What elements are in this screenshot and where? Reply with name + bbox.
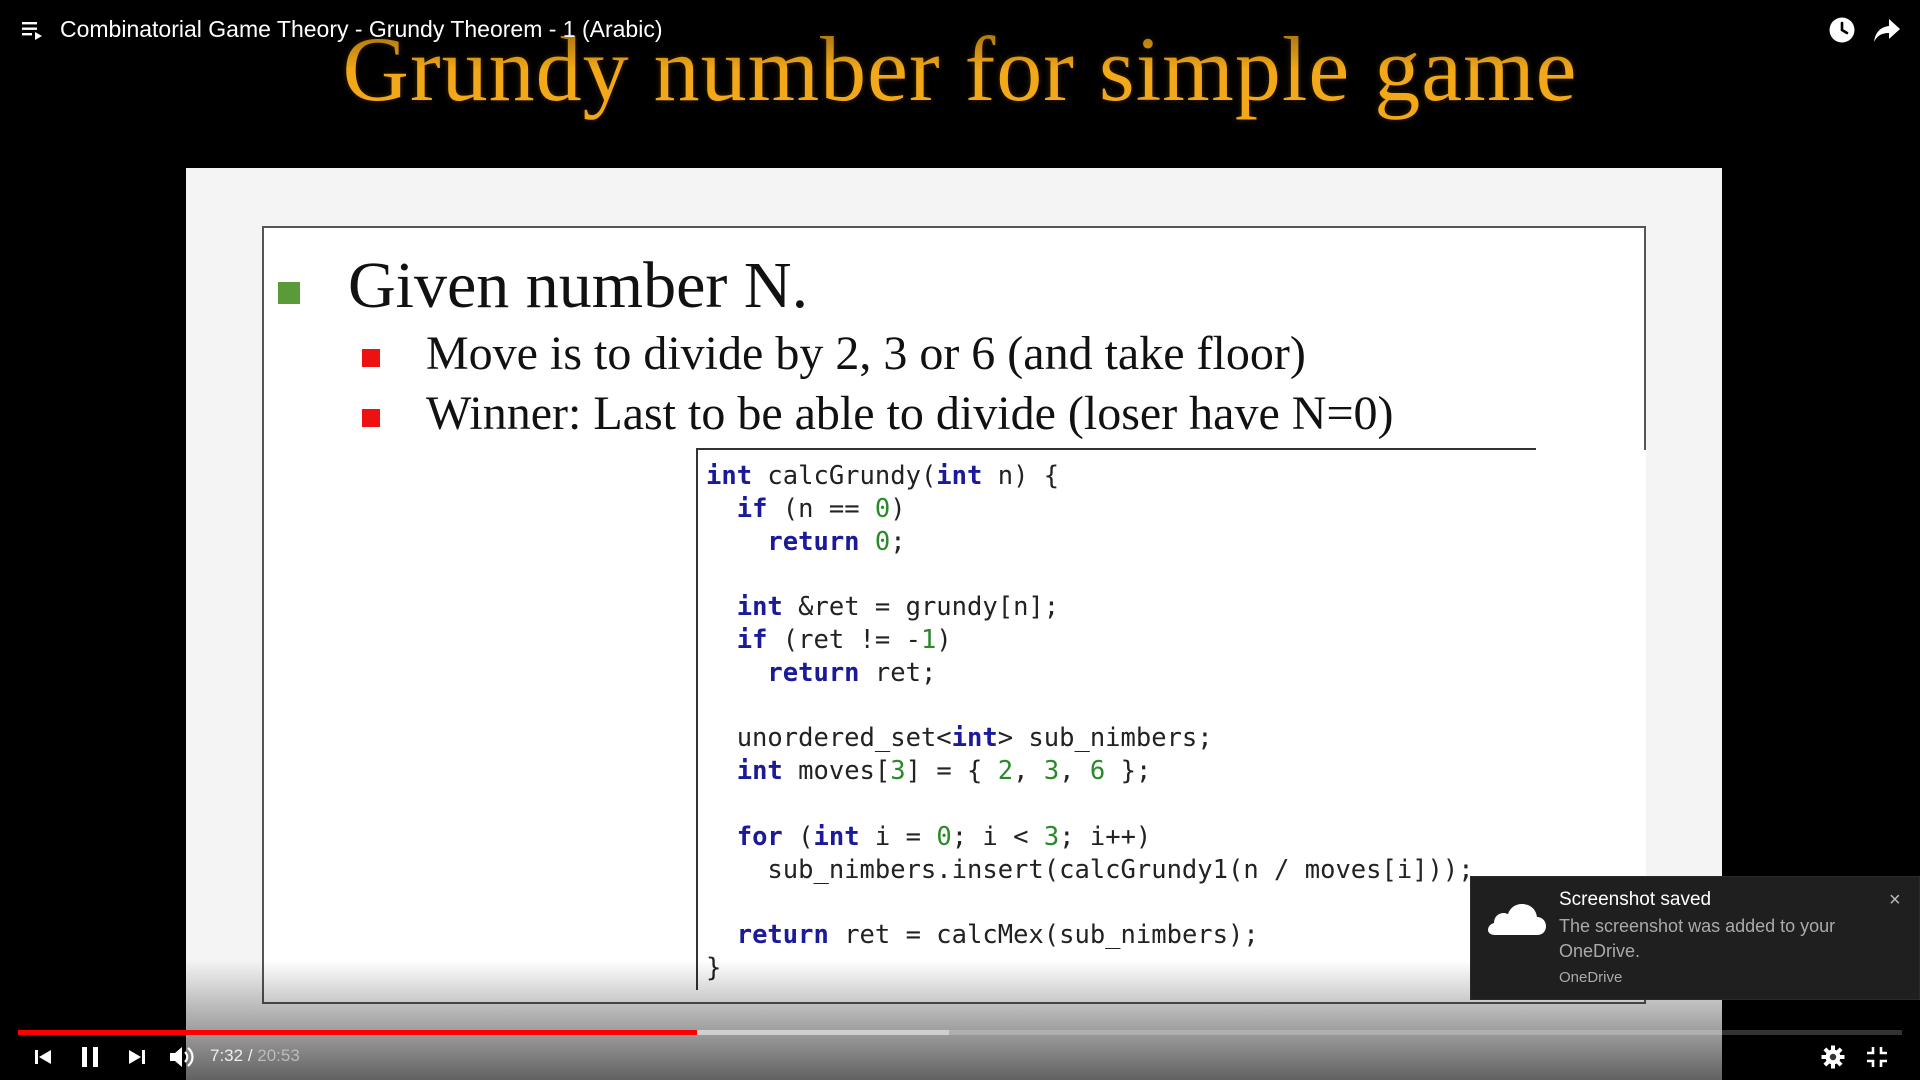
time-separator: /	[243, 1046, 258, 1065]
slide-bullet-main-text: Given number N.	[348, 249, 809, 322]
toast-app-name: OneDrive	[1559, 969, 1623, 986]
cloud-icon	[1487, 899, 1547, 939]
notification-toast[interactable]: Screenshot saved The screenshot was adde…	[1470, 876, 1920, 1000]
pause-icon[interactable]	[78, 1044, 102, 1070]
slide-bullet-sub: Move is to divide by 2, 3 or 6 (and take…	[362, 326, 1306, 381]
gear-icon[interactable]	[1820, 1044, 1846, 1070]
code-line: if (ret != -1)	[736, 624, 952, 655]
code-line: return ret = calcMex(sub_nimbers);	[736, 920, 1259, 951]
code-line: int &ret = grundy[n];	[736, 592, 1060, 623]
code-line: sub_nimbers.insert(calcGrundy1(n / moves…	[706, 854, 1474, 885]
slide-bullet-sub: Winner: Last to be able to divide (loser…	[362, 386, 1394, 441]
playlist-icon[interactable]	[22, 20, 44, 40]
slide-bullet-sub-text: Move is to divide by 2, 3 or 6 (and take…	[426, 327, 1306, 380]
share-icon[interactable]	[1872, 16, 1902, 44]
red-square-bullet-icon	[362, 348, 380, 367]
green-square-bullet-icon	[278, 282, 300, 304]
toast-title: Screenshot saved	[1559, 889, 1712, 910]
slide-bullet-sub-text: Winner: Last to be able to divide (loser…	[426, 387, 1394, 440]
toast-body: The screenshot was added to your OneDriv…	[1559, 916, 1836, 961]
time-display: 7:32 / 20:53	[210, 1046, 300, 1066]
exit-fullscreen-icon[interactable]	[1864, 1044, 1890, 1070]
code-line: return ret;	[767, 657, 937, 688]
video-title[interactable]: Combinatorial Game Theory - Grundy Theor…	[60, 16, 662, 43]
slide-bullet-main: Given number N.	[278, 248, 808, 324]
volume-icon[interactable]	[168, 1044, 196, 1070]
progress-bar[interactable]	[18, 1030, 1902, 1035]
code-line: for (int i = 0; i < 3; i++)	[736, 821, 1152, 852]
red-square-bullet-icon	[362, 408, 380, 427]
code-line: int moves[3] = { 2, 3, 6 };	[736, 756, 1152, 787]
clock-icon[interactable]	[1828, 16, 1856, 44]
code-block: int calcGrundy(int n) { if (n == 0) retu…	[706, 460, 1474, 985]
close-icon[interactable]: ×	[1889, 889, 1901, 912]
code-line: int calcGrundy(int n) {	[706, 461, 1060, 491]
code-line: if (n == 0)	[736, 493, 906, 524]
time-current: 7:32	[210, 1046, 244, 1065]
code-line: return 0;	[767, 526, 906, 557]
time-total: 20:53	[257, 1046, 300, 1065]
skip-next-icon[interactable]	[126, 1044, 148, 1070]
progress-played	[18, 1030, 697, 1035]
skip-previous-icon[interactable]	[32, 1044, 54, 1070]
code-line: unordered_set<int> sub_nimbers;	[706, 723, 1213, 754]
